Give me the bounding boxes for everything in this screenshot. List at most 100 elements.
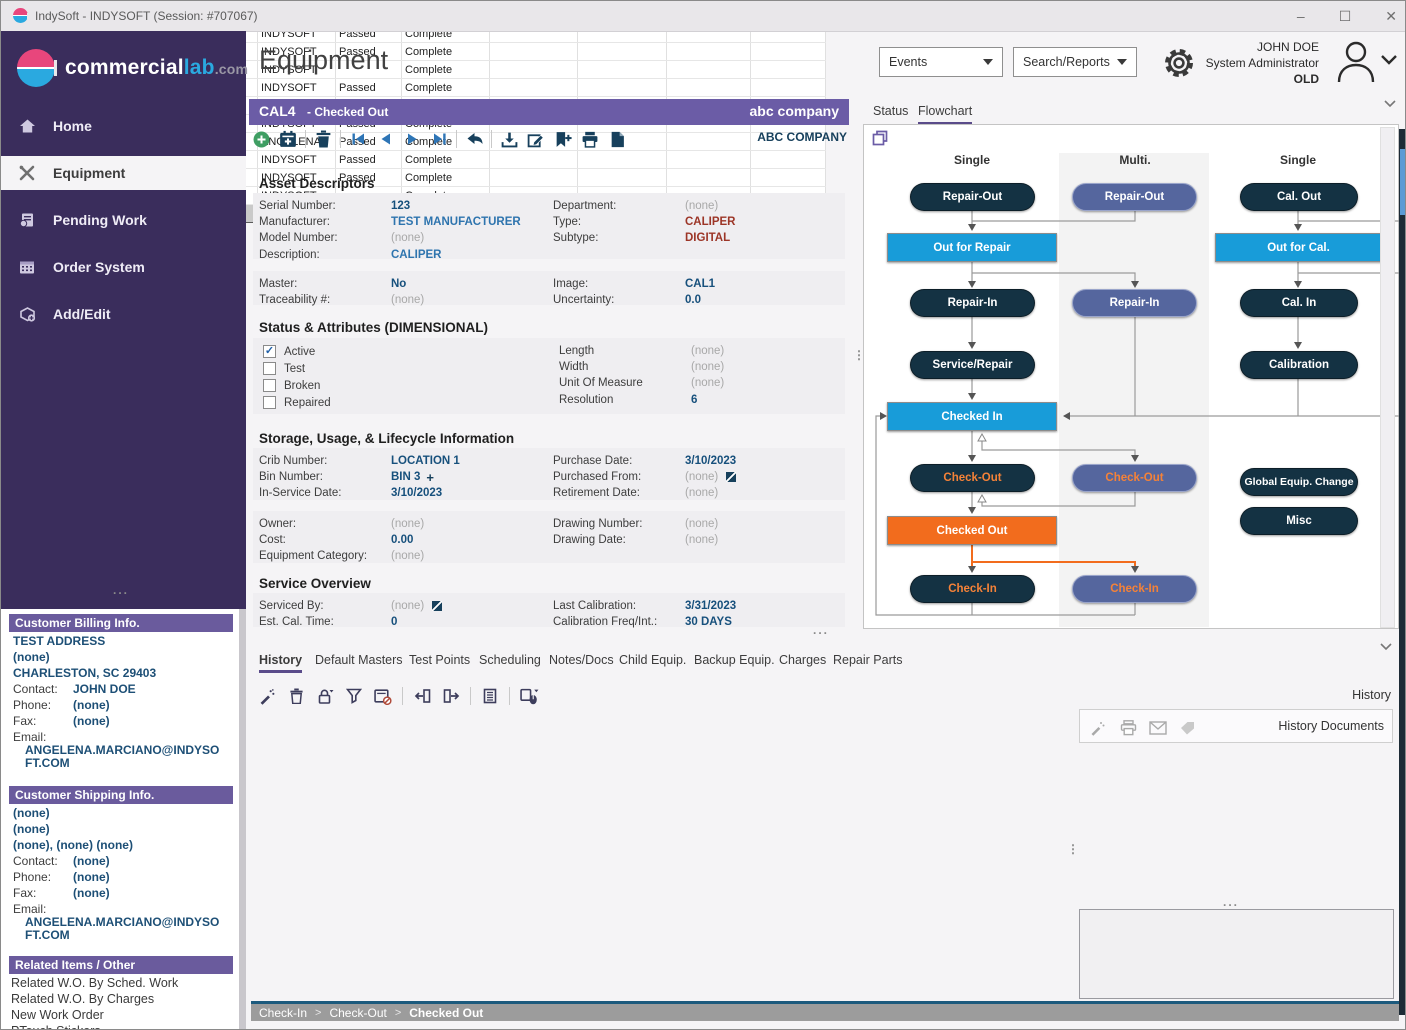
move-in-button[interactable] [412, 686, 432, 706]
delete-record-button[interactable] [313, 129, 333, 149]
calendar-add-button[interactable] [278, 129, 298, 149]
lock-button[interactable] [315, 686, 335, 706]
crumb-check-out[interactable]: Check-Out [329, 1006, 386, 1020]
event-options-button[interactable] [519, 686, 539, 706]
user-avatar[interactable] [1333, 37, 1379, 85]
tab-backup-equip[interactable]: Backup Equip. [694, 653, 775, 670]
tab-status[interactable]: Status [873, 104, 908, 122]
checkbox[interactable]: ✓ [263, 345, 276, 358]
move-out-button[interactable] [441, 686, 461, 706]
record-more-ellipsis[interactable]: ... [813, 623, 829, 637]
magic-wand-button[interactable] [257, 686, 277, 706]
bottom-panel-chevron[interactable] [1379, 642, 1393, 652]
settings-gear-button[interactable] [1161, 45, 1197, 81]
billing-email[interactable]: ANGELENA.MARCIANO@INDYSOFT.COM [25, 744, 225, 770]
sidebar-item-home[interactable]: Home [1, 109, 246, 143]
checkbox-test[interactable]: Test [263, 362, 305, 375]
checkbox[interactable] [263, 379, 276, 392]
docs-splitter-ellipsis[interactable]: ... [1223, 895, 1239, 909]
related-link-charges[interactable]: Related W.O. By Charges [11, 992, 154, 1006]
tab-notes-docs[interactable]: Notes/Docs [549, 653, 614, 670]
tab-default-masters[interactable]: Default Masters [315, 653, 403, 670]
delete-history-button[interactable] [286, 686, 306, 706]
checkbox-active[interactable]: ✓Active [263, 345, 315, 358]
flow-node-check-out-single[interactable]: Check-Out [910, 464, 1035, 492]
flow-node-checked-out[interactable]: Checked Out [887, 516, 1057, 545]
sidebar-item-order-system[interactable]: Order System [1, 250, 246, 284]
first-record-button[interactable] [348, 129, 368, 149]
window-scrollbar[interactable] [1399, 129, 1406, 1015]
previous-record-button[interactable] [375, 129, 395, 149]
add-record-button[interactable] [251, 129, 271, 149]
flow-node-check-in-single[interactable]: Check-In [910, 575, 1035, 603]
scrollbar-thumb[interactable] [1400, 149, 1406, 215]
related-link-sched-work[interactable]: Related W.O. By Sched. Work [11, 976, 178, 990]
close-button[interactable]: ✕ [1385, 8, 1397, 25]
tab-test-points[interactable]: Test Points [409, 653, 470, 670]
flowchart-collapse-chevron[interactable] [1383, 99, 1397, 109]
storage-group-2: Owner:(none)Cost:0.00Equipment Category:… [253, 511, 845, 563]
flow-node-out-for-repair[interactable]: Out for Repair [887, 233, 1057, 262]
flow-node-cal-out[interactable]: Cal. Out [1240, 183, 1358, 211]
search-reports-dropdown[interactable]: Search/Reports [1013, 47, 1137, 77]
flow-node-repair-out-single[interactable]: Repair-Out [910, 183, 1035, 211]
tab-repair-parts[interactable]: Repair Parts [833, 653, 902, 670]
flow-node-misc[interactable]: Misc [1240, 507, 1358, 535]
company-name-caps[interactable]: ABC COMPANY [601, 130, 847, 144]
docs-email-button[interactable] [1148, 718, 1168, 738]
external-link-icon[interactable] [726, 472, 736, 482]
checkbox-repaired[interactable]: Repaired [263, 396, 331, 409]
add-icon[interactable]: + [426, 470, 434, 485]
sidebar-item-equipment[interactable]: Equipment [1, 156, 246, 190]
flow-node-out-for-cal[interactable]: Out for Cal. [1215, 233, 1382, 262]
crumb-check-in[interactable]: Check-In [259, 1006, 307, 1020]
flow-node-global-equip-change[interactable]: Global Equip. Change [1240, 468, 1358, 496]
related-link-new-work-order[interactable]: New Work Order [11, 1008, 104, 1022]
print-button[interactable] [580, 129, 600, 149]
flow-node-repair-in-multi[interactable]: Repair-In [1072, 289, 1197, 317]
leftpanel-scrollbar[interactable] [239, 609, 246, 1030]
docs-tag-button[interactable] [1178, 718, 1198, 738]
tab-charges[interactable]: Charges [779, 653, 826, 670]
next-record-button[interactable] [402, 129, 422, 149]
flow-node-repair-out-multi[interactable]: Repair-Out [1072, 183, 1197, 211]
flow-node-check-out-multi[interactable]: Check-Out [1072, 464, 1197, 492]
tab-flowchart[interactable]: Flowchart [918, 104, 972, 125]
user-menu-chevron[interactable] [1379, 53, 1399, 67]
flow-node-cal-in[interactable]: Cal. In [1240, 289, 1358, 317]
flow-node-service-repair[interactable]: Service/Repair [910, 351, 1035, 379]
tab-scheduling[interactable]: Scheduling [479, 653, 541, 670]
table-kebab-menu[interactable]: ⋮ [1067, 847, 1079, 852]
minimize-button[interactable]: – [1297, 8, 1305, 24]
checkbox[interactable] [263, 396, 276, 409]
flow-node-checked-in[interactable]: Checked In [887, 402, 1057, 431]
external-link-icon[interactable] [432, 601, 442, 611]
filter-button[interactable] [344, 686, 364, 706]
last-record-button[interactable] [429, 129, 449, 149]
docs-wand-button[interactable] [1088, 718, 1108, 738]
flow-node-check-in-multi[interactable]: Check-In [1072, 575, 1197, 603]
docs-print-button[interactable] [1118, 718, 1138, 738]
maximize-button[interactable]: ☐ [1339, 8, 1352, 25]
checkbox-broken[interactable]: Broken [263, 379, 320, 392]
undo-button[interactable] [464, 129, 484, 149]
related-link-ptouch-stickers[interactable]: PTouch Stickers [11, 1024, 101, 1030]
calendar-cancel-button[interactable] [373, 686, 393, 706]
flowchart-scrollbar[interactable] [1380, 127, 1395, 628]
checkbox[interactable] [263, 362, 276, 375]
edit-button[interactable] [526, 129, 546, 149]
sidebar-item-pending-work[interactable]: Pending Work [1, 203, 246, 237]
flow-node-repair-in-single[interactable]: Repair-In [910, 289, 1035, 317]
table-cell: Complete [402, 79, 490, 97]
flow-node-calibration[interactable]: Calibration [1240, 351, 1358, 379]
sidebar-item-add-edit[interactable]: Add/Edit [1, 297, 246, 331]
tab-child-equip[interactable]: Child Equip. [619, 653, 686, 670]
tab-history[interactable]: History [259, 653, 302, 673]
table-cell: Complete [402, 151, 490, 169]
sidebar-more-ellipsis[interactable]: ... [113, 583, 129, 597]
list-view-button[interactable] [480, 686, 500, 706]
shipping-email[interactable]: ANGELENA.MARCIANO@INDYSOFT.COM [25, 916, 225, 942]
events-dropdown[interactable]: Events [879, 47, 1003, 77]
download-button[interactable] [499, 129, 519, 149]
bookmark-add-button[interactable] [553, 129, 573, 149]
